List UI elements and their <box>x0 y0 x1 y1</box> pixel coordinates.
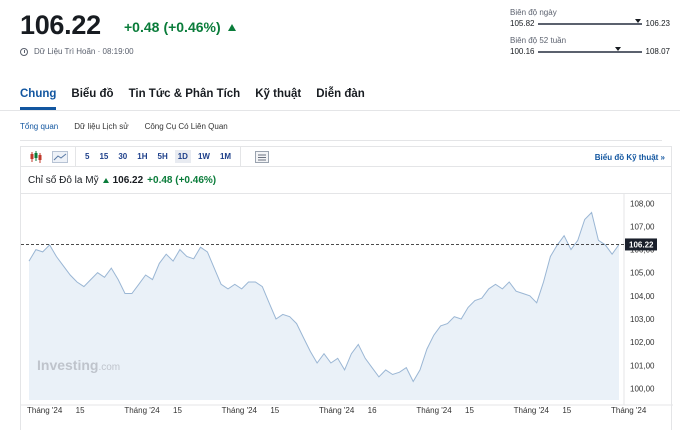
x-tick-label: Tháng '24 <box>222 406 258 415</box>
x-tick-label: Tháng '24 <box>611 406 647 415</box>
subtabs-divider <box>20 140 662 141</box>
tab-chart[interactable]: Biểu đồ <box>71 88 113 110</box>
day-range-marker <box>635 18 642 23</box>
watermark-main: Investing <box>37 357 99 373</box>
x-tick-label: 15 <box>270 406 279 415</box>
year-range-bar <box>538 46 642 53</box>
day-range-bar <box>538 18 642 25</box>
y-tick-label: 104,00 <box>630 292 655 301</box>
tab-general[interactable]: Chung <box>20 88 57 110</box>
change-percent: (+0.46%) <box>163 19 221 35</box>
year-range-high: 108.07 <box>645 47 670 56</box>
current-price-label: 106.22 <box>629 240 654 249</box>
day-range-high: 106.23 <box>645 19 670 28</box>
x-tick-label: Tháng '24 <box>319 406 355 415</box>
up-arrow-icon <box>227 23 236 31</box>
y-tick-label: 107,00 <box>630 222 655 231</box>
y-tick-label: 100,00 <box>630 384 655 393</box>
year-range-marker <box>614 46 621 51</box>
x-tick-label: 15 <box>562 406 571 415</box>
x-tick-label: 15 <box>76 406 85 415</box>
clock-icon <box>20 47 28 56</box>
day-range: Biên độ ngày 105.82 106.23 <box>510 8 670 28</box>
investing-watermark: Investing.com <box>37 357 120 373</box>
x-tick-label: 15 <box>173 406 182 415</box>
year-range-label: Biên độ 52 tuần <box>510 36 567 45</box>
tab-technical[interactable]: Kỹ thuật <box>255 88 301 110</box>
last-price: 106.22 <box>20 10 101 40</box>
x-tick-label: Tháng '24 <box>514 406 550 415</box>
x-tick-label: 15 <box>465 406 474 415</box>
price-change: +0.48 (+0.46%) <box>124 19 236 35</box>
year-range-low: 100.16 <box>510 47 535 56</box>
delayed-status: Dữ Liệu Trì Hoãn · 08:19:00 <box>20 47 134 56</box>
y-tick-label: 102,00 <box>630 338 655 347</box>
tabs-divider <box>0 110 680 111</box>
tab-forum[interactable]: Diễn đàn <box>316 88 365 110</box>
day-range-label: Biên độ ngày <box>510 8 557 17</box>
subtab-related-tools[interactable]: Công Cụ Có Liên Quan <box>145 122 228 131</box>
watermark-suffix: .com <box>98 362 121 373</box>
chart-panel: 5 15 30 1H 5H 1D 1W 1M Biểu đồ Kỹ thuật » Chỉ s… <box>20 146 673 430</box>
delayed-text: Dữ Liệu Trì Hoãn · 08:19:00 <box>34 47 134 56</box>
sub-tabs: Tổng quan Dữ liệu Lịch sử Công Cụ Có Liê… <box>20 122 228 131</box>
price-chart[interactable]: 100,00101,00102,00103,00104,00105,00106,… <box>21 147 673 430</box>
subtab-overview[interactable]: Tổng quan <box>20 122 58 131</box>
x-tick-label: Tháng '24 <box>124 406 160 415</box>
y-tick-label: 103,00 <box>630 315 655 324</box>
subtab-historical-data[interactable]: Dữ liệu Lịch sử <box>74 122 128 131</box>
tab-news-analysis[interactable]: Tin Tức & Phân Tích <box>129 88 241 110</box>
x-tick-label: 16 <box>368 406 377 415</box>
y-tick-label: 105,00 <box>630 269 655 278</box>
year-range: Biên độ 52 tuần 100.16 108.07 <box>510 36 670 56</box>
y-tick-label: 101,00 <box>630 361 655 370</box>
x-tick-label: Tháng '24 <box>416 406 452 415</box>
y-tick-label: 108,00 <box>630 199 655 208</box>
change-value: +0.48 <box>124 19 160 35</box>
day-range-low: 105.82 <box>510 19 535 28</box>
main-tabs: Chung Biểu đồ Tin Tức & Phân Tích Kỹ thu… <box>20 88 365 110</box>
x-tick-label: Tháng '24 <box>27 406 63 415</box>
